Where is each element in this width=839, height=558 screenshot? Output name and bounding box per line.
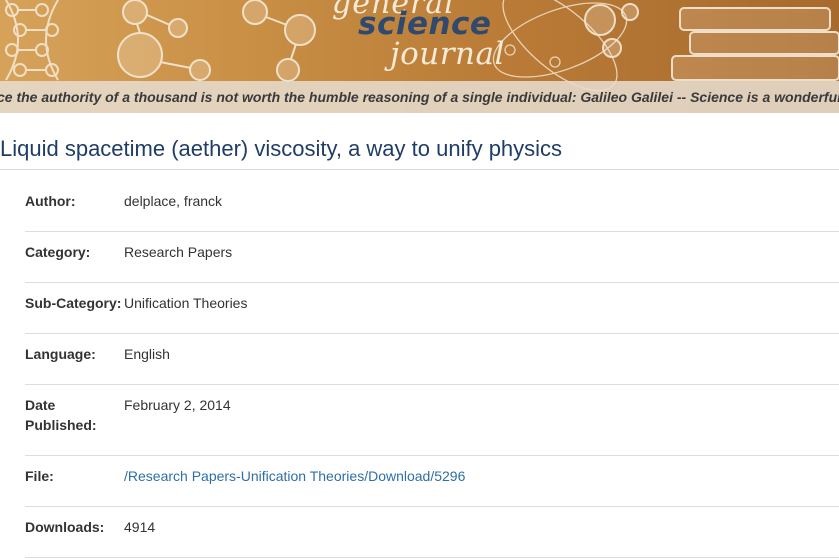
date-published-label-line1: Date <box>25 397 56 413</box>
language-value: English <box>124 346 170 362</box>
downloads-value: 4914 <box>124 519 156 535</box>
quote-ticker-text: ce the authority of a thousand is not wo… <box>0 89 839 105</box>
language-label: Language: <box>25 346 96 362</box>
article-title: Liquid spacetime (aether) viscosity, a w… <box>0 136 563 161</box>
date-published-label: Date Published: <box>25 395 125 435</box>
date-published-label-line2: Published: <box>25 417 97 433</box>
downloads-label: Downloads: <box>25 519 105 535</box>
site-banner: general science journal ce the authority… <box>0 0 839 113</box>
row-divider <box>25 506 839 507</box>
row-divider <box>25 333 839 334</box>
row-divider <box>25 455 839 456</box>
subcategory-value: Unification Theories <box>124 295 248 311</box>
category-value: Research Papers <box>124 244 233 260</box>
author-value: delplace, franck <box>124 193 223 209</box>
file-download-link[interactable]: /Research Papers-Unification Theories/Do… <box>124 468 465 484</box>
title-divider <box>0 169 839 170</box>
author-label: Author: <box>25 193 76 209</box>
subcategory-label: Sub-Category: <box>25 295 122 311</box>
date-published-value: February 2, 2014 <box>124 397 231 413</box>
file-label: File: <box>25 468 54 484</box>
quote-ticker: ce the authority of a thousand is not wo… <box>0 81 839 113</box>
logo-journal-text: journal <box>390 36 505 72</box>
row-divider <box>25 282 839 283</box>
row-divider <box>25 384 839 385</box>
row-divider <box>25 231 839 232</box>
category-label: Category: <box>25 244 91 260</box>
file-value: /Research Papers-Unification Theories/Do… <box>124 466 465 486</box>
